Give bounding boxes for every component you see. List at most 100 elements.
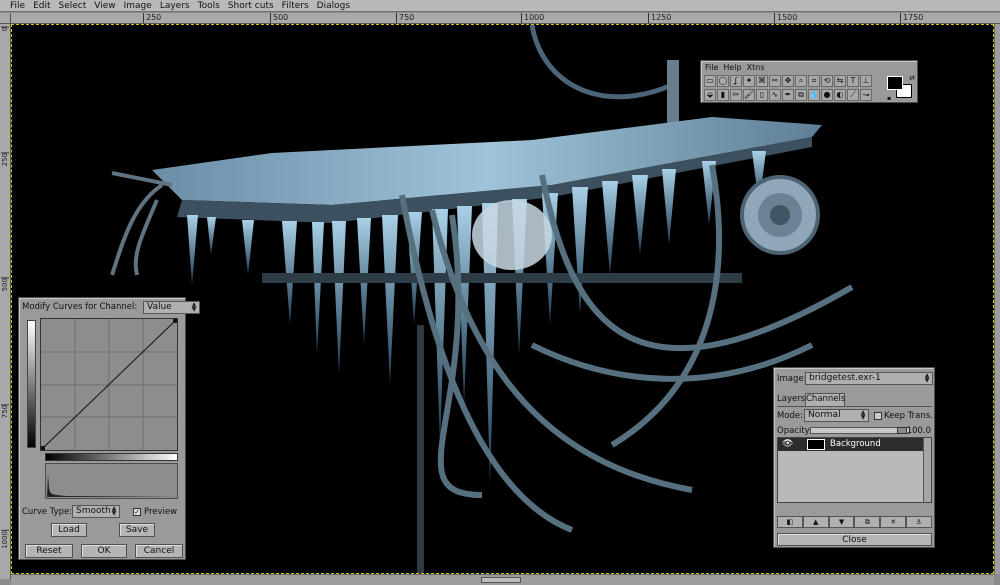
- vertical-scrollbar[interactable]: [994, 24, 1000, 574]
- output-gradient-bar: [27, 320, 36, 448]
- toolbox-menu-xtns[interactable]: Xtns: [747, 63, 770, 72]
- menu-tools[interactable]: Tools: [194, 0, 224, 12]
- curve-type-select[interactable]: Smooth ▲ ▼: [72, 505, 120, 518]
- crop-icon[interactable]: ⌗: [808, 75, 820, 87]
- curve-graph[interactable]: [40, 318, 178, 451]
- swap-colors-icon[interactable]: ⇄: [909, 74, 915, 82]
- layer-row[interactable]: 👁 Background: [778, 438, 923, 451]
- keep-trans-label: Keep Trans.: [884, 411, 933, 421]
- menu-dialogs[interactable]: Dialogs: [313, 0, 354, 12]
- opacity-fill: [811, 428, 909, 433]
- fuzzy-select-icon[interactable]: ✦: [743, 75, 755, 87]
- ruler-tick: 250: [1, 152, 9, 167]
- horizontal-ruler[interactable]: 250 500 750 1000 1250 1500 1750: [11, 13, 1000, 24]
- pencil-icon[interactable]: ✏: [730, 89, 742, 101]
- image-select[interactable]: bridgetest.exr-1 ▲ ▼: [805, 372, 933, 385]
- foreground-color[interactable]: [887, 76, 903, 90]
- reset-button[interactable]: Reset: [25, 544, 73, 558]
- gradient-icon[interactable]: ▮: [717, 89, 729, 101]
- scrollbar-thumb[interactable]: [481, 577, 521, 583]
- path-icon[interactable]: ↝: [860, 89, 872, 101]
- move-icon[interactable]: ✥: [782, 75, 794, 87]
- ruler-tick: 750: [396, 13, 414, 23]
- ruler-tick: 500: [1, 277, 9, 292]
- scissors-icon[interactable]: ✂: [769, 75, 781, 87]
- preview-checkbox[interactable]: ✓: [133, 508, 141, 516]
- dodge-icon[interactable]: ◐: [834, 89, 846, 101]
- menu-view[interactable]: View: [90, 0, 119, 12]
- color-swatch[interactable]: ⇄ ▪: [887, 74, 915, 102]
- ellipse-select-icon[interactable]: ◯: [717, 75, 729, 87]
- measure-icon[interactable]: ⟋: [847, 89, 859, 101]
- mode-value: Normal: [808, 410, 841, 420]
- updown-arrows-icon: ▲ ▼: [111, 505, 117, 517]
- ruler-tick: 1000: [521, 13, 544, 23]
- save-button[interactable]: Save: [119, 523, 155, 537]
- ruler-tick: 1750: [900, 13, 923, 23]
- ruler-tick: 1000: [1, 530, 9, 549]
- lasso-icon[interactable]: ʆ: [730, 75, 742, 87]
- keep-trans-checkbox[interactable]: [874, 412, 882, 420]
- menu-filters[interactable]: Filters: [278, 0, 313, 12]
- ruler-corner[interactable]: [0, 13, 11, 24]
- raise-layer-icon[interactable]: ▲: [802, 516, 829, 528]
- tab-channels[interactable]: Channels: [805, 393, 845, 406]
- flip-icon[interactable]: ⇆: [834, 75, 846, 87]
- close-button[interactable]: Close: [777, 533, 932, 546]
- tool-row: ▭ ◯ ʆ ✦ ⌘ ✂ ✥ ⌕ ⌗ ⟲ ⇆ T ⊥: [704, 75, 872, 87]
- opacity-slider[interactable]: [810, 427, 910, 434]
- mode-select[interactable]: Normal ▲ ▼: [804, 409, 869, 422]
- layer-list-scrollbar[interactable]: [923, 438, 931, 502]
- tab-layers[interactable]: Layers: [777, 394, 805, 406]
- delete-layer-icon[interactable]: ✕: [880, 516, 907, 528]
- load-button[interactable]: Load: [51, 523, 87, 537]
- eraser-icon[interactable]: ▯: [756, 89, 768, 101]
- preview-label: Preview: [144, 507, 178, 517]
- opacity-handle[interactable]: [897, 427, 907, 434]
- text-icon[interactable]: T: [847, 75, 859, 87]
- horizontal-scrollbar[interactable]: [11, 574, 994, 585]
- ruler-tick: 750: [1, 404, 9, 419]
- channel-value: Value: [147, 302, 172, 312]
- opacity-value: 100.0: [906, 426, 931, 436]
- channel-select[interactable]: Value ▲ ▼: [143, 301, 200, 314]
- menu-file[interactable]: File: [6, 0, 29, 12]
- color-picker-icon[interactable]: ⊥: [860, 75, 872, 87]
- input-gradient-bar: [45, 453, 178, 461]
- anchor-layer-icon[interactable]: ⚓: [906, 516, 932, 528]
- bezier-select-icon[interactable]: ⌘: [756, 75, 768, 87]
- toolbox-menu-file[interactable]: File: [705, 63, 723, 72]
- zoom-icon[interactable]: ⌕: [795, 75, 807, 87]
- airbrush-icon[interactable]: ∿: [769, 89, 781, 101]
- cancel-button[interactable]: Cancel: [135, 544, 183, 558]
- image-name: bridgetest.exr-1: [809, 373, 881, 383]
- opacity-label: Opacity:: [777, 426, 812, 436]
- brush-icon[interactable]: 🖌: [743, 89, 755, 101]
- ok-button[interactable]: OK: [81, 544, 127, 558]
- duplicate-layer-icon[interactable]: ⧉: [854, 516, 881, 528]
- toolbox-menu-help[interactable]: Help: [723, 63, 746, 72]
- updown-arrows-icon: ▲ ▼: [191, 301, 197, 313]
- menu-shortcuts[interactable]: Short cuts: [224, 0, 278, 12]
- ruler-tick: 1250: [648, 13, 671, 23]
- default-colors-icon[interactable]: ▪: [887, 95, 891, 102]
- menu-image[interactable]: Image: [120, 0, 156, 12]
- bucket-icon[interactable]: ⬙: [704, 89, 716, 101]
- smudge-icon[interactable]: ●: [821, 89, 833, 101]
- ink-icon[interactable]: ✒: [782, 89, 794, 101]
- vertical-ruler[interactable]: 0 250 500 750 1000: [0, 24, 11, 579]
- toolbox-menubar: File Help Xtns: [701, 61, 917, 73]
- menu-layers[interactable]: Layers: [156, 0, 194, 12]
- image-label: Image:: [777, 374, 807, 384]
- clone-icon[interactable]: ⧉: [795, 89, 807, 101]
- histogram: [45, 463, 178, 499]
- menu-edit[interactable]: Edit: [29, 0, 54, 12]
- toolbox-window: File Help Xtns ▭ ◯ ʆ ✦ ⌘ ✂ ✥ ⌕ ⌗ ⟲ ⇆ T ⊥ ⬙ ▮ ✏ 🖌 ▯ ∿ ✒ ⧉ 💧 ● ◐…: [700, 60, 918, 103]
- convolve-icon[interactable]: 💧: [808, 89, 820, 101]
- transform-icon[interactable]: ⟲: [821, 75, 833, 87]
- rect-select-icon[interactable]: ▭: [704, 75, 716, 87]
- menu-select[interactable]: Select: [55, 0, 91, 12]
- visibility-eye-icon[interactable]: 👁: [782, 438, 793, 451]
- lower-layer-icon[interactable]: ▼: [828, 516, 855, 528]
- new-layer-icon[interactable]: ◧: [777, 516, 803, 528]
